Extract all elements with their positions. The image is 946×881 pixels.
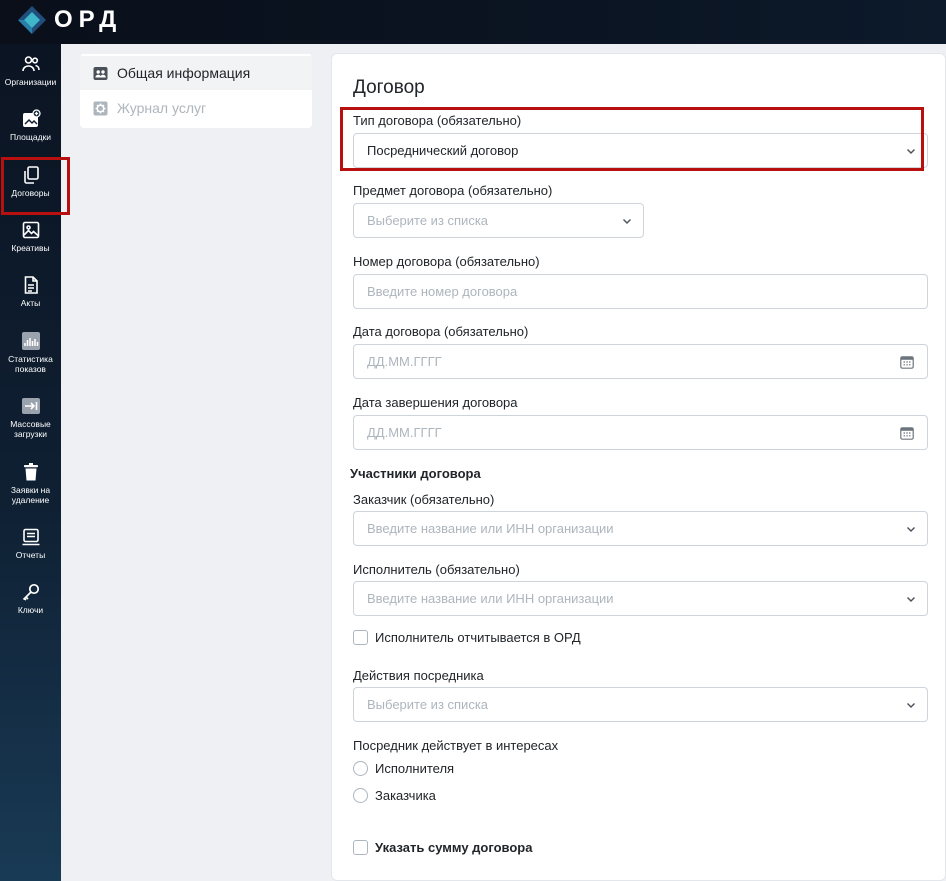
contract-date-placeholder: ДД.ММ.ГГГГ — [367, 354, 442, 369]
tabs-card: Общая информация Журнал услуг — [80, 54, 312, 128]
copy-documents-icon — [23, 166, 39, 184]
tab-general-info[interactable]: Общая информация — [80, 56, 312, 90]
contract-number-label: Номер договора (обязательно) — [353, 254, 540, 269]
customer-placeholder: Введите название или ИНН организации — [367, 521, 614, 536]
sidebar-item-label: Площадки — [9, 132, 52, 142]
sidebar-item-deletion-requests[interactable]: Заявки на удаление — [0, 462, 61, 505]
ord-logo-icon[interactable] — [14, 4, 50, 36]
sidebar-item-label: Организации — [4, 77, 57, 87]
calendar-icon[interactable] — [900, 426, 914, 440]
specify-amount-label: Указать сумму договора — [375, 840, 533, 855]
sidebar-item-label: Отчеты — [15, 550, 46, 560]
contacts-icon — [93, 66, 108, 80]
tab-label: Журнал услуг — [117, 100, 207, 116]
key-icon — [22, 583, 39, 601]
intermediary-actions-placeholder: Выберите из списка — [367, 697, 489, 712]
contract-end-date-placeholder: ДД.ММ.ГГГГ — [367, 425, 442, 440]
contract-form: Договор Тип договора (обязательно) Посре… — [331, 53, 946, 881]
sidebar-item-platforms[interactable]: Площадки — [0, 109, 61, 142]
executor-label: Исполнитель (обязательно) — [353, 562, 520, 577]
interest-option-customer[interactable]: Заказчика — [353, 788, 436, 803]
chevron-down-icon — [907, 149, 915, 154]
customer-select[interactable]: Введите название или ИНН организации — [353, 511, 928, 546]
sidebar-item-reports[interactable]: Отчеты — [0, 527, 61, 560]
interest-executor-radio[interactable] — [353, 761, 368, 776]
specify-amount-checkbox-row[interactable]: Указать сумму договора — [353, 840, 532, 855]
calendar-icon[interactable] — [900, 355, 914, 369]
intermediary-actions-select[interactable]: Выберите из списка — [353, 687, 928, 722]
tab-label: Общая информация — [117, 65, 251, 81]
tab-service-log[interactable]: Журнал услуг — [80, 91, 312, 125]
sidebar-item-label: Акты — [20, 298, 41, 308]
sidebar-item-label: Массовые загрузки — [10, 419, 51, 439]
intermediary-actions-label: Действия посредника — [353, 668, 484, 683]
contract-date-label: Дата договора (обязательно) — [353, 324, 529, 339]
executor-reports-label: Исполнитель отчитывается в ОРД — [375, 630, 581, 645]
contract-date-input[interactable]: ДД.ММ.ГГГГ — [353, 344, 928, 379]
sidebar-item-label: Креативы — [11, 243, 50, 253]
contract-number-placeholder: Введите номер договора — [367, 284, 518, 299]
document-icon — [24, 276, 38, 294]
platform-add-icon — [22, 109, 41, 127]
chevron-down-icon — [907, 527, 915, 532]
contract-type-label: Тип договора (обязательно) — [353, 113, 522, 128]
contract-subject-label: Предмет договора (обязательно) — [353, 183, 553, 198]
executor-reports-checkbox-row[interactable]: Исполнитель отчитывается в ОРД — [353, 630, 581, 645]
report-icon — [22, 528, 39, 546]
intermediary-interest-label: Посредник действует в интересах — [353, 738, 559, 753]
participants-section-title: Участники договора — [350, 466, 481, 481]
sidebar-item-bulk-uploads[interactable]: Массовые загрузки — [0, 396, 61, 439]
people-icon — [21, 56, 40, 72]
contract-type-value: Посреднический договор — [367, 143, 519, 158]
sidebar-item-label: Договоры — [11, 188, 50, 198]
executor-select[interactable]: Введите название или ИНН организации — [353, 581, 928, 616]
contract-subject-placeholder: Выберите из списка — [367, 213, 489, 228]
executor-reports-checkbox[interactable] — [353, 630, 368, 645]
contract-end-date-input[interactable]: ДД.ММ.ГГГГ — [353, 415, 928, 450]
image-icon — [22, 221, 39, 239]
sidebar-item-keys[interactable]: Ключи — [0, 582, 61, 615]
specify-amount-checkbox[interactable] — [353, 840, 368, 855]
interest-executor-label: Исполнителя — [375, 761, 455, 776]
executor-placeholder: Введите название или ИНН организации — [367, 591, 614, 606]
form-title: Договор — [353, 77, 425, 98]
main-content: Общая информация Журнал услуг Договор Ти… — [61, 44, 946, 881]
interest-customer-radio[interactable] — [353, 788, 368, 803]
top-bar: ОРД — [0, 0, 946, 44]
gear-icon — [93, 101, 108, 115]
contract-end-date-label: Дата завершения договора — [353, 395, 518, 410]
sidebar-item-label: Ключи — [17, 605, 44, 615]
statistics-icon — [21, 332, 40, 350]
interest-customer-label: Заказчика — [375, 788, 436, 803]
sidebar-item-contracts[interactable]: Договоры — [0, 165, 61, 198]
sidebar-item-statistics[interactable]: Статистика показов — [0, 331, 61, 374]
interest-option-executor[interactable]: Исполнителя — [353, 761, 454, 776]
customer-label: Заказчик (обязательно) — [353, 492, 495, 507]
contract-type-select[interactable]: Посреднический договор — [353, 133, 928, 168]
sidebar-item-label: Заявки на удаление — [10, 485, 51, 505]
contract-subject-select[interactable]: Выберите из списка — [353, 203, 644, 238]
chevron-down-icon — [907, 703, 915, 708]
tabs-panel: Общая информация Журнал услуг — [61, 44, 331, 881]
chevron-down-icon — [623, 219, 631, 224]
sidebar: Организации Площадки Договоры Креативы А… — [0, 44, 61, 881]
trash-icon — [23, 463, 38, 481]
contract-number-input[interactable]: Введите номер договора — [353, 274, 928, 309]
sidebar-item-label: Статистика показов — [8, 354, 53, 374]
sidebar-item-acts[interactable]: Акты — [0, 275, 61, 308]
sidebar-item-organizations[interactable]: Организации — [0, 54, 61, 87]
sidebar-item-creatives[interactable]: Креативы — [0, 220, 61, 253]
bulk-upload-icon — [21, 398, 40, 414]
app-logo-text[interactable]: ОРД — [54, 6, 122, 34]
chevron-down-icon — [907, 597, 915, 602]
